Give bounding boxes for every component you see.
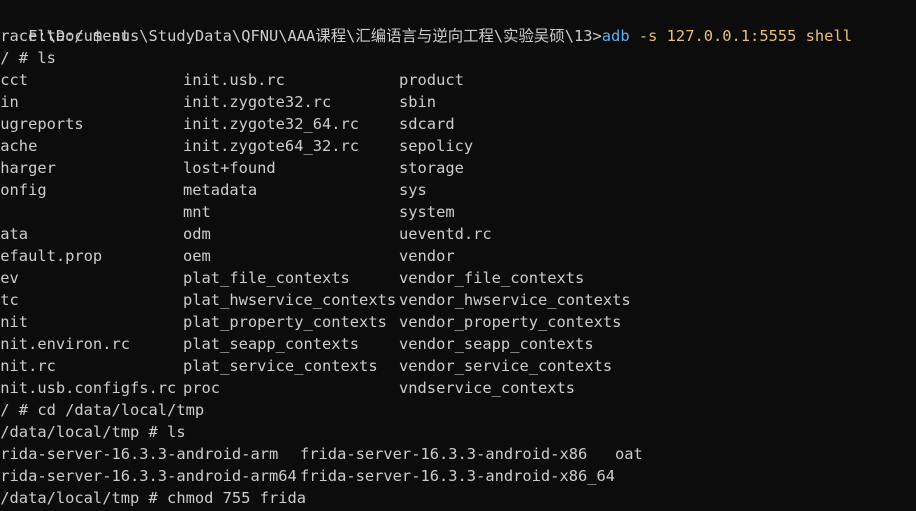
ls-entry: dev [0,269,19,287]
ls-entry: plat_seapp_contexts [183,335,360,353]
ls-entry: init.zygote32.rc [183,93,332,111]
terminal-line-adb: F:\Documents\StudyData\QFNU\AAA课程\汇编语言与逆… [0,3,916,45]
ls-entry: plat_file_contexts [183,269,350,287]
ls-row: init.rc plat_service_contexts vendor_ser… [0,355,916,377]
ls-row: cache init.zygote64_32.rc sepolicy [0,135,916,157]
terminal-line-chmod: :/data/local/tmp # chmod 755 frida [0,489,307,507]
terminal-line-su: gracelte:/ $ su [0,27,130,45]
ls-row: dev plat_file_contexts vendor_file_conte… [0,267,916,289]
ls-entry: vndservice_contexts [399,379,576,397]
tmp-entry: oat [615,445,643,463]
ls-entry: config [0,181,47,199]
tmp-entry: frida-server-16.3.3-android-x86 [300,445,588,463]
ls-row: default.prop oem vendor [0,245,916,267]
ls-entry: sdcard [399,115,455,133]
tmp-entry: frida-server-16.3.3-android-arm64 [0,467,297,485]
ls-entry: init.usb.configfs.rc [0,379,177,397]
tmp-ls-output: frida-server-16.3.3-android-arm frida-se… [0,443,916,487]
ls-entry: bugreports [0,115,84,133]
ls-row: bin init.zygote32.rc sbin [0,91,916,113]
ls-entry: product [399,71,464,89]
ls-entry: etc [0,291,19,309]
ls-entry: vendor_file_contexts [399,269,585,287]
tmp-entry: frida-server-16.3.3-android-arm [0,445,279,463]
tmp-ls-row: frida-server-16.3.3-android-arm frida-se… [0,443,916,465]
ls-entry: data [0,225,29,243]
ls-entry: proc [183,379,221,397]
ls-entry: init.usb.rc [183,71,285,89]
ls-entry: cache [0,137,38,155]
ls-row: etc plat_hwservice_contexts vendor_hwser… [0,289,916,311]
ls-row: bugreports init.zygote32_64.rc sdcard [0,113,916,135]
ls-entry: acct [0,71,29,89]
ls-row: init.usb.configfs.rc proc vndservice_con… [0,377,916,399]
ls-row: d mnt system [0,201,916,223]
ls-row: acct init.usb.rc product [0,69,916,91]
ls-entry: vendor_hwservice_contexts [399,291,631,309]
ls-entry: bin [0,93,19,111]
ls-entry: init [0,313,29,331]
ls-entry: metadata [183,181,258,199]
ls-entry: plat_service_contexts [183,357,378,375]
ls-entry: mnt [183,203,211,221]
terminal-line-ls: :/ # ls [0,49,56,67]
ls-row: data odm ueventd.rc [0,223,916,245]
ls-entry: init.rc [0,357,56,375]
ls-entry: default.prop [0,247,103,265]
ls-entry: vendor_property_contexts [399,313,622,331]
ls-entry: init.zygote32_64.rc [183,115,360,133]
ls-entry: ueventd.rc [399,225,492,243]
ls-entry: lost+found [183,159,276,177]
tmp-ls-row: frida-server-16.3.3-android-arm64 frida-… [0,465,916,487]
ls-row: config metadata sys [0,179,916,201]
ls-entry: sepolicy [399,137,474,155]
ls-entry: init.environ.rc [0,335,130,353]
ls-output: acct init.usb.rc product bin init.zygote… [0,69,916,399]
ls-entry: init.zygote64_32.rc [183,137,360,155]
ls-entry: system [399,203,455,221]
ls-entry: oem [183,247,211,265]
ls-entry: sbin [399,93,437,111]
terminal-output[interactable]: F:\Documents\StudyData\QFNU\AAA课程\汇编语言与逆… [0,3,916,511]
ls-entry: plat_property_contexts [183,313,387,331]
ls-entry: vendor [399,247,455,265]
ls-entry: sys [399,181,427,199]
ls-entry: vendor_seapp_contexts [399,335,594,353]
tmp-entry: frida-server-16.3.3-android-x86_64 [300,467,616,485]
terminal-line-ls-tmp: :/data/local/tmp # ls [0,423,186,441]
terminal-line-cd: :/ # cd /data/local/tmp [0,401,205,419]
ls-entry: odm [183,225,211,243]
ls-entry: vendor_service_contexts [399,357,613,375]
ls-entry: storage [399,159,464,177]
ls-row: charger lost+found storage [0,157,916,179]
ls-entry: plat_hwservice_contexts [183,291,397,309]
ls-entry: charger [0,159,56,177]
ls-row: init plat_property_contexts vendor_prope… [0,311,916,333]
ls-row: init.environ.rc plat_seapp_contexts vend… [0,333,916,355]
